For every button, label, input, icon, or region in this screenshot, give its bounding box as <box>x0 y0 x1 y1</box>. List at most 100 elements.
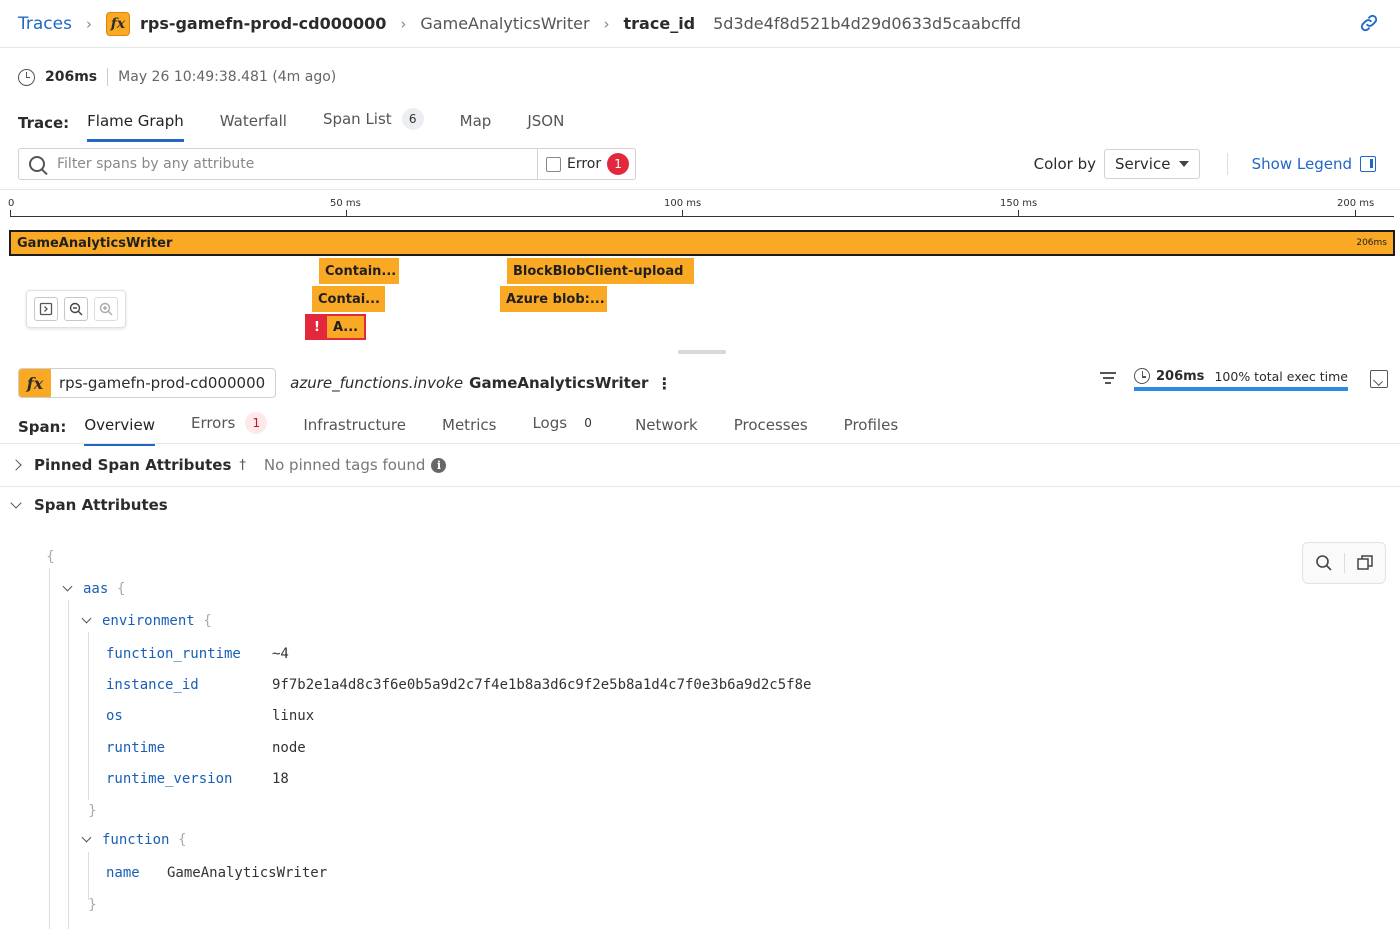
span-tabs: Span: Overview Errors 1 Infrastructure Me… <box>18 412 934 446</box>
tab-metrics[interactable]: Metrics <box>442 416 496 446</box>
attributes-json-tree: { aas { environment { function_runtime ~… <box>0 540 1400 929</box>
breadcrumb: Traces › fx rps-gamefn-prod-cd000000 › G… <box>0 0 1400 48</box>
breadcrumb-traces-link[interactable]: Traces <box>18 14 72 34</box>
exec-time-percent: 100% total exec time <box>1214 369 1348 384</box>
flame-graph[interactable]: 0 50 ms 100 ms 150 ms 200 ms GameAnalyti… <box>0 189 1400 354</box>
trace-id-value[interactable]: 5d3de4f8d521b4d29d0633d5caabcffd <box>713 14 1021 33</box>
json-row[interactable]: instance_id <box>106 677 199 693</box>
tab-network[interactable]: Network <box>635 416 698 446</box>
logs-count-badge: 0 <box>577 412 600 434</box>
link-icon[interactable] <box>1358 12 1380 34</box>
copy-icon[interactable] <box>1356 554 1374 572</box>
span-attributes-section[interactable]: Span Attributes <box>0 492 1400 518</box>
span-tabs-label: Span: <box>18 418 67 436</box>
tick-label: 50 ms <box>330 198 361 209</box>
trace-duration: 206ms <box>45 69 98 85</box>
indent-guide <box>88 852 89 900</box>
json-row[interactable]: name <box>106 865 140 881</box>
flame-span[interactable]: Azure blob:... <box>500 286 607 312</box>
resize-handle[interactable] <box>678 350 726 354</box>
tab-flame-graph[interactable]: Flame Graph <box>87 112 184 142</box>
exec-time: 206ms 100% total exec time <box>1134 366 1348 400</box>
caret-down-icon <box>1179 161 1189 167</box>
error-checkbox[interactable] <box>546 156 561 172</box>
tab-infrastructure[interactable]: Infrastructure <box>303 416 406 446</box>
more-options-icon[interactable]: ⋮ <box>656 374 672 393</box>
breadcrumb-service[interactable]: rps-gamefn-prod-cd000000 <box>140 14 386 33</box>
tab-logs[interactable]: Logs 0 <box>532 412 600 446</box>
zoom-out-button[interactable] <box>64 297 88 321</box>
chevron-down-icon <box>62 581 73 592</box>
json-brace: { <box>46 549 55 565</box>
json-node-environment[interactable]: environment { <box>81 613 212 629</box>
json-node-aas[interactable]: aas { <box>62 581 126 597</box>
tab-waterfall[interactable]: Waterfall <box>220 112 287 142</box>
divider <box>107 68 109 86</box>
error-filter-toggle[interactable]: Error 1 <box>537 148 636 180</box>
json-node-function[interactable]: function { <box>81 832 187 848</box>
trace-meta: 206ms May 26 10:49:38.481 (4m ago) <box>18 68 336 86</box>
tab-processes[interactable]: Processes <box>734 416 808 446</box>
flame-span[interactable]: Contain... <box>319 258 399 284</box>
json-value[interactable]: 18 <box>272 771 289 787</box>
tab-map[interactable]: Map <box>460 112 492 142</box>
json-row[interactable]: os <box>106 708 123 724</box>
filter-icon[interactable] <box>1100 372 1116 387</box>
json-value[interactable]: 9f7b2e1a4d8c3f6e0b5a9d2c7f4e1b8a3d6c9f2e… <box>272 677 811 693</box>
chevron-down-icon <box>81 613 92 624</box>
trace-tabs: Trace: Flame Graph Waterfall Span List 6 … <box>18 108 600 142</box>
span-resource: GameAnalyticsWriter <box>469 374 649 392</box>
breadcrumb-resource[interactable]: GameAnalyticsWriter <box>420 14 589 33</box>
error-icon: ! <box>307 316 327 338</box>
json-toolbar <box>1302 542 1386 584</box>
flame-span[interactable]: Contai... <box>312 286 385 312</box>
chevron-right-icon: › <box>400 14 407 33</box>
exec-time-fill <box>1134 387 1348 391</box>
tick-mark <box>1355 210 1356 217</box>
tick-label: 0 <box>8 198 15 209</box>
json-brace: } <box>88 897 97 913</box>
chevron-right-icon <box>10 459 22 471</box>
show-legend-button[interactable]: Show Legend <box>1252 148 1376 180</box>
collapse-panel-icon[interactable] <box>1370 370 1388 388</box>
zoom-in-button[interactable] <box>94 297 118 321</box>
error-count-badge: 1 <box>607 153 630 175</box>
tick-mark <box>346 210 347 217</box>
info-icon[interactable]: i <box>431 457 447 473</box>
json-row[interactable]: function_runtime <box>106 646 241 662</box>
trace-id-label: trace_id <box>623 14 696 33</box>
tick-label: 150 ms <box>1000 198 1038 209</box>
span-service-pill[interactable]: fx rps-gamefn-prod-cd000000 <box>18 368 277 398</box>
tab-profiles[interactable]: Profiles <box>844 416 898 446</box>
span-filter-input[interactable] <box>57 156 497 172</box>
indent-guide <box>49 568 50 929</box>
color-by: Color by Service <box>1034 148 1200 180</box>
fit-view-button[interactable] <box>34 297 58 321</box>
span-duration: 206ms <box>1156 368 1205 384</box>
divider <box>1343 553 1345 573</box>
tab-json[interactable]: JSON <box>527 112 564 142</box>
pinned-attributes-section[interactable]: Pinned Span Attributes † No pinned tags … <box>0 452 1400 478</box>
flame-span-root[interactable]: GameAnalyticsWriter 206ms <box>9 230 1395 256</box>
json-brace: } <box>88 803 97 819</box>
json-row[interactable]: runtime <box>106 740 165 756</box>
json-value[interactable]: ~4 <box>272 646 289 662</box>
indent-guide <box>88 632 89 800</box>
tick-label: 100 ms <box>664 198 702 209</box>
tab-span-list[interactable]: Span List 6 <box>323 108 424 142</box>
search-icon[interactable] <box>1315 554 1333 572</box>
json-value[interactable]: linux <box>272 708 314 724</box>
flame-span[interactable]: BlockBlobClient-upload <box>507 258 694 284</box>
tab-overview[interactable]: Overview <box>84 416 155 446</box>
exec-time-bar <box>1134 387 1348 391</box>
color-by-select[interactable]: Service <box>1104 149 1200 179</box>
fit-view-icon <box>39 302 53 316</box>
json-value[interactable]: node <box>272 740 306 756</box>
chevron-right-icon: › <box>85 14 92 33</box>
color-by-label: Color by <box>1033 155 1096 173</box>
trace-tabs-label: Trace: <box>18 114 70 132</box>
json-value[interactable]: GameAnalyticsWriter <box>167 865 327 881</box>
json-row[interactable]: runtime_version <box>106 771 232 787</box>
flame-span-error[interactable]: ! A... <box>305 314 366 340</box>
tab-errors[interactable]: Errors 1 <box>191 412 268 446</box>
